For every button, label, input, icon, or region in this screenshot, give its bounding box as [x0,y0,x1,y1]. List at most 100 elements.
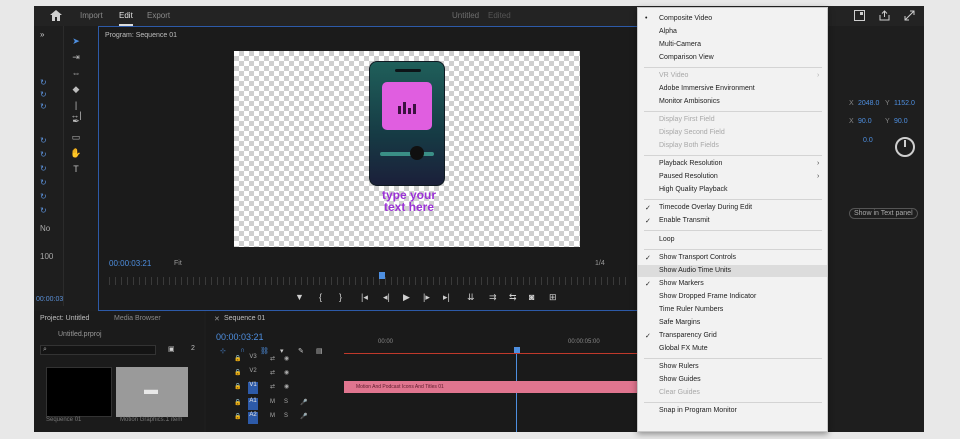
position-y-value[interactable]: 1152.0 [894,100,915,107]
extract-icon[interactable]: ⇉ [489,292,497,303]
bin-thumbnail[interactable]: ▬ [116,367,188,417]
menu-item-monitor-ambisonics[interactable]: Monitor Ambisonics [659,98,720,105]
sync-lock-icon[interactable]: ⇄ [270,369,275,376]
menu-item-show-audio-time-units[interactable]: Show Audio Time Units [638,265,827,277]
pen-tool-icon[interactable]: ✒ [70,116,82,127]
tool-icon[interactable]: ↻ [40,150,47,159]
type-tool-icon[interactable]: T [70,164,82,174]
track-label[interactable]: A1 [248,398,258,410]
timeline-timecode[interactable]: 00:00:03:21 [216,332,264,342]
home-icon[interactable] [50,10,62,21]
track-v2[interactable]: 🔒 V2 ⇄ ◉ [206,367,344,381]
tool-icon[interactable]: ↻ [40,164,47,173]
tab-project[interactable]: Project: Untitled [40,315,89,322]
menu-item-snap-in-program-monitor[interactable]: Snap in Program Monitor [659,407,737,414]
razor-tool-icon[interactable]: ◆ [70,84,82,95]
tool-icon[interactable]: ↻ [40,90,47,99]
menu-item-time-ruler-numbers[interactable]: Time Ruler Numbers [659,306,723,313]
track-a2[interactable]: 🔒 A2 M S 🎤 [206,411,344,425]
mic-icon[interactable]: 🎤 [300,399,307,406]
solo-icon[interactable]: S [284,413,288,419]
step-back-icon[interactable]: ◂| [383,292,390,303]
menu-item-enable-transmit[interactable]: Enable Transmit [659,217,710,224]
go-to-out-icon[interactable]: ▸| [443,292,450,303]
menu-item-show-rulers[interactable]: Show Rulers [659,363,699,370]
go-to-in-icon[interactable]: |◂ [361,292,368,303]
menu-item-transparency-grid[interactable]: Transparency Grid [659,332,717,339]
menu-item-dropped-frame-indicator[interactable]: Show Dropped Frame Indicator [659,293,756,300]
tab-media-browser[interactable]: Media Browser [114,315,161,322]
eye-icon[interactable]: ◉ [284,369,289,376]
hand-tool-icon[interactable]: ✋ [70,148,82,159]
step-forward-icon[interactable]: |▸ [423,292,430,303]
menu-item-clear-guides[interactable]: Clear Guides [659,389,700,396]
sync-lock-icon[interactable]: ⇄ [270,383,275,390]
menu-item-display-both-fields[interactable]: Display Both Fields [659,142,719,149]
add-marker-icon[interactable]: ▼ [295,292,304,302]
play-icon[interactable]: ▶ [403,292,410,303]
menu-item-playback-resolution[interactable]: Playback Resolution [659,160,722,167]
tab-sequence[interactable]: Sequence 01 [224,315,265,322]
sync-lock-icon[interactable]: ⇄ [270,355,275,362]
lock-icon[interactable]: 🔒 [234,399,241,406]
selection-tool-icon[interactable]: ➤ [70,36,82,47]
menu-item-composite-video[interactable]: Composite Video [659,15,712,22]
share-icon[interactable] [879,10,890,21]
tool-icon[interactable]: ↻ [40,102,47,111]
menu-item-show-markers[interactable]: Show Markers [659,280,704,287]
menu-item-immersive-environment[interactable]: Adobe Immersive Environment [659,85,755,92]
button-editor-icon[interactable]: ⊞ [549,292,557,303]
project-search-input[interactable]: ⌕ [40,345,156,355]
menu-item-show-transport-controls[interactable]: Show Transport Controls [659,254,736,261]
workspace-icon[interactable] [854,10,865,21]
menu-item-timecode-overlay[interactable]: Timecode Overlay During Edit [659,204,752,211]
lock-icon[interactable]: 🔒 [234,413,241,420]
tool-icon[interactable]: ↻ [40,192,47,201]
mark-out-icon[interactable]: } [339,292,342,302]
rectangle-tool-icon[interactable]: ▭ [70,132,82,143]
close-icon[interactable]: ✕ [214,315,220,323]
position-x-value[interactable]: 2048.0 [858,100,879,107]
menu-item-vr-video[interactable]: VR Video [659,72,688,79]
mark-in-icon[interactable]: { [319,292,322,302]
menu-item-display-first-field[interactable]: Display First Field [659,116,715,123]
scale-x-value[interactable]: 90.0 [858,118,872,125]
track-v1[interactable]: 🔒 V1 ⇄ ◉ [206,381,344,395]
lock-icon[interactable]: 🔒 [234,369,241,376]
timeline-clip[interactable]: Motion And Podcast Icons And Titles 01 [344,381,638,393]
scale-y-value[interactable]: 90.0 [894,118,908,125]
sequence-thumbnail[interactable] [46,367,112,417]
tool-icon[interactable]: ↻ [40,78,47,87]
rotation-dial[interactable] [895,137,915,157]
mic-icon[interactable]: 🎤 [300,413,307,420]
program-canvas[interactable]: type your text here [234,51,580,247]
compare-icon[interactable]: ⇆ [509,292,517,303]
menu-item-paused-resolution[interactable]: Paused Resolution [659,173,718,180]
menu-item-comparison-view[interactable]: Comparison View [659,54,714,61]
track-select-icon[interactable]: ⇥ [70,52,82,63]
resolution-select[interactable]: 1/4 [595,260,605,267]
menu-item-loop[interactable]: Loop [659,236,675,243]
track-label[interactable]: V3 [248,354,258,366]
tool-icon[interactable]: ↻ [40,206,47,215]
expand-icon[interactable]: » [40,30,44,39]
mute-icon[interactable]: M [270,413,275,419]
program-time-ruler[interactable] [109,277,631,285]
menu-item-high-quality-playback[interactable]: High Quality Playback [659,186,727,193]
track-label[interactable]: A2 [248,412,258,424]
camera-icon[interactable]: ◙ [529,292,534,302]
program-timecode[interactable]: 00:00:03:21 [109,259,151,268]
lift-icon[interactable]: ⇊ [467,292,475,303]
mute-icon[interactable]: M [270,399,275,405]
tool-icon[interactable]: ↻ [40,136,47,145]
eye-icon[interactable]: ◉ [284,383,289,390]
tab-edit[interactable]: Edit [119,11,133,26]
menu-item-safe-margins[interactable]: Safe Margins [659,319,700,326]
lock-icon[interactable]: 🔒 [234,355,241,362]
show-in-text-panel-button[interactable]: Show in Text panel [849,208,918,219]
solo-icon[interactable]: S [284,399,288,405]
eye-icon[interactable]: ◉ [284,355,289,362]
menu-item-multi-camera[interactable]: Multi-Camera [659,41,701,48]
track-a1[interactable]: 🔒 A1 M S 🎤 [206,397,344,411]
ripple-edit-icon[interactable]: ⇔ [70,68,82,78]
